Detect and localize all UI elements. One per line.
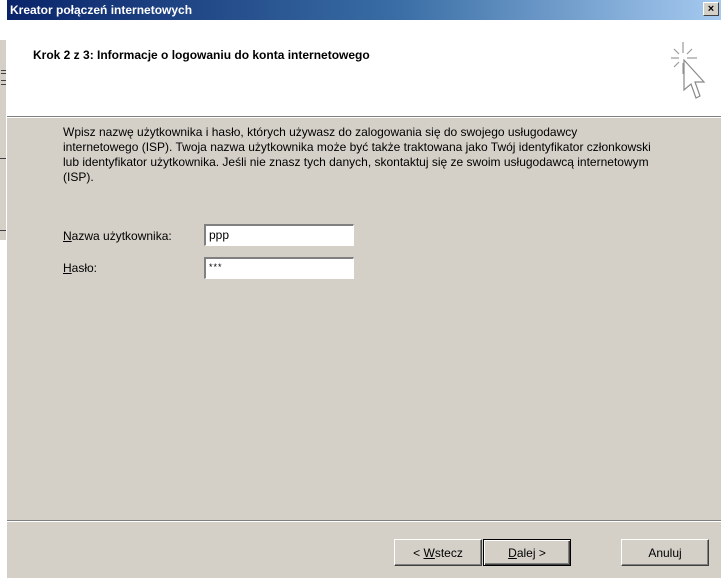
step-title: Krok 2 z 3: Informacje o logowaniu do ko… [33, 48, 370, 62]
next-button[interactable]: Dalej > [483, 539, 571, 566]
close-button[interactable]: × [703, 2, 719, 16]
instructions-text: Wpisz nazwę użytkownika i hasło, których… [63, 125, 651, 184]
password-input[interactable]: *** [203, 256, 355, 280]
back-button-label: < Wstecz [413, 545, 463, 560]
title-bar[interactable]: Kreator połączeń internetowych × [7, 0, 721, 20]
username-input[interactable]: ppp [203, 223, 355, 247]
wizard-cursor-sparkle-icon [671, 42, 706, 99]
back-button[interactable]: < Wstecz [394, 539, 482, 566]
wizard-dialog: Kreator połączeń internetowych × Krok 2 … [6, 0, 721, 578]
username-label: Nazwa użytkownika: [63, 229, 172, 243]
close-icon: × [707, 2, 715, 15]
cancel-button-label: Anuluj [648, 545, 682, 560]
cancel-button[interactable]: Anuluj [621, 539, 709, 566]
password-label: Hasło: [63, 261, 98, 275]
wizard-header: Krok 2 z 3: Informacje o logowaniu do ko… [7, 20, 721, 118]
footer-separator-highlight [7, 521, 721, 522]
dialog-title: Kreator połączeń internetowych [10, 3, 193, 17]
next-button-label: Dalej > [508, 545, 546, 560]
